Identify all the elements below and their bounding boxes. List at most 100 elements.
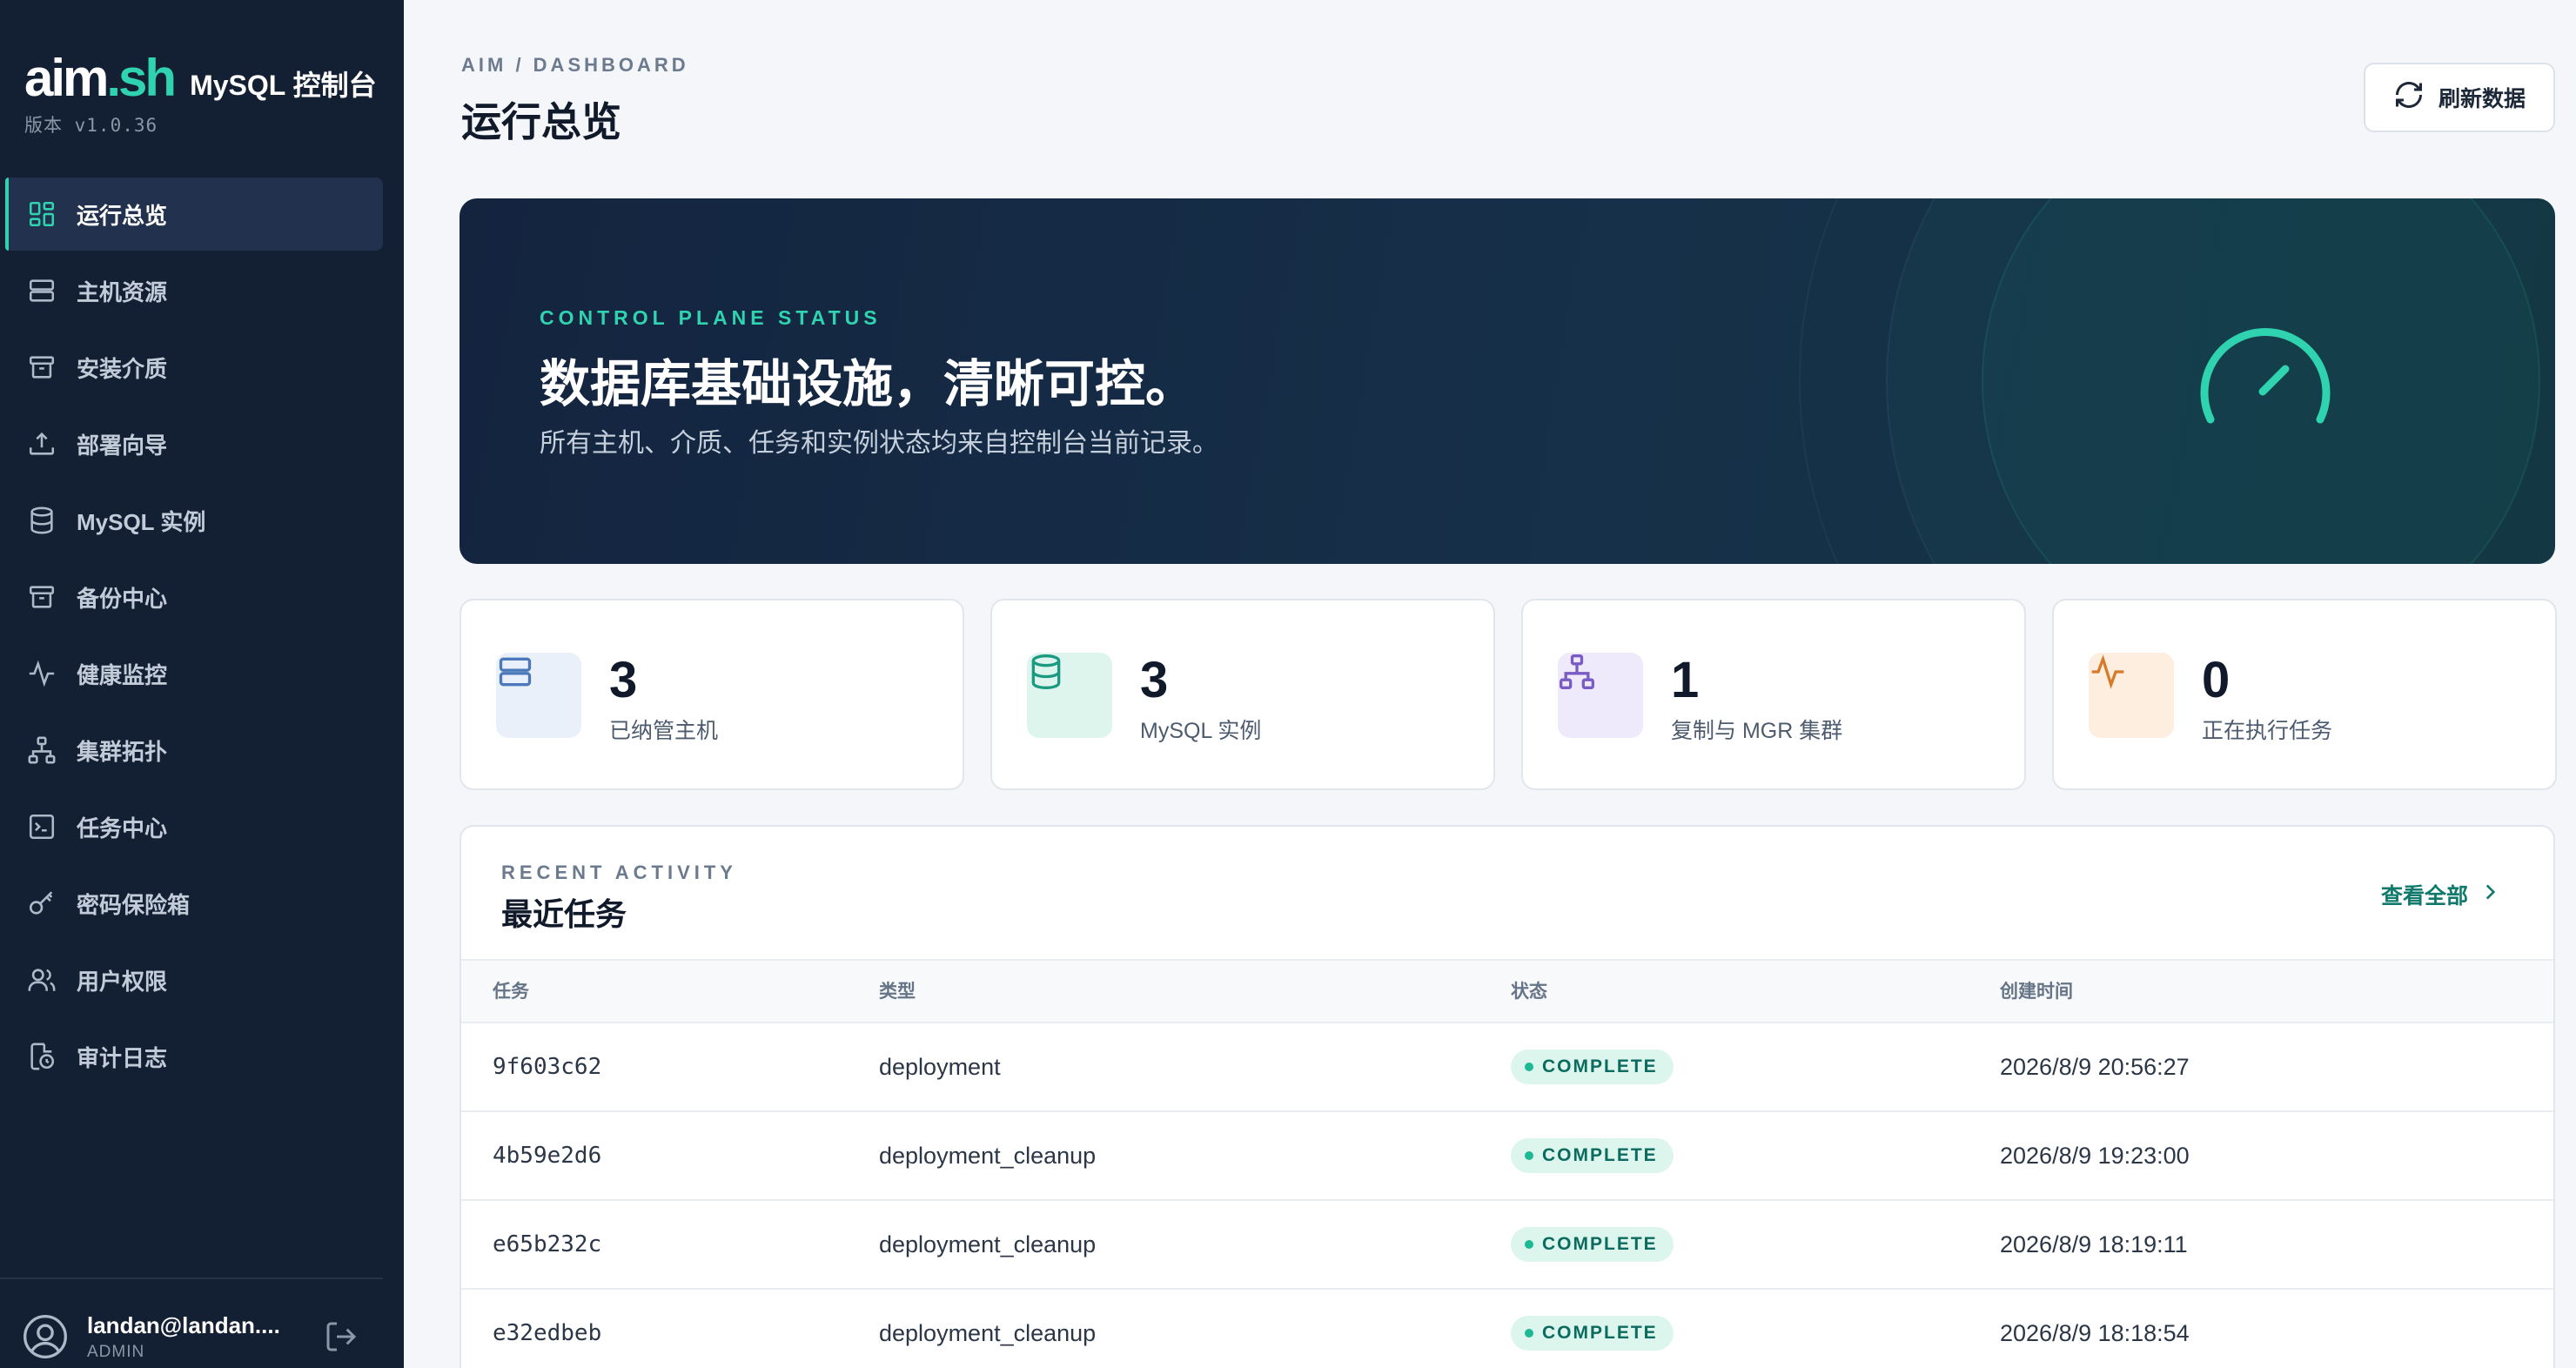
sidebar-item-label: 部署向导 bbox=[77, 432, 168, 459]
sidebar-item-label: 集群拓扑 bbox=[77, 738, 168, 765]
task-id[interactable]: e65b232c bbox=[493, 1201, 601, 1288]
sidebar: aim.sh MySQL 控制台 版本 v1.0.36 运行总览 主机资源 安装… bbox=[0, 0, 404, 1368]
upload-tray-icon bbox=[24, 426, 59, 461]
sidebar-divider bbox=[0, 1277, 383, 1279]
task-created: 2026/8/9 18:19:11 bbox=[2000, 1231, 2188, 1257]
task-type: deployment_cleanup bbox=[879, 1231, 1097, 1257]
chevron-right-icon bbox=[2479, 881, 2501, 909]
sidebar-item-label: 用户权限 bbox=[77, 968, 168, 995]
sidebar-item-dashboard[interactable]: 运行总览 bbox=[5, 178, 383, 251]
sidebar-item-media[interactable]: 安装介质 bbox=[5, 331, 383, 404]
brand-logo: aim.sh bbox=[24, 49, 177, 107]
stats-row: 3 已纳管主机 3 MySQL 实例 1 复制与 MGR 集群 0 正在执行任务 bbox=[460, 599, 2557, 790]
topology-icon bbox=[24, 733, 59, 768]
task-id[interactable]: e32edbeb bbox=[493, 1290, 601, 1368]
sidebar-item-label: 任务中心 bbox=[77, 815, 168, 842]
refresh-button[interactable]: 刷新数据 bbox=[2364, 63, 2555, 132]
column-header-task[interactable]: 任务 bbox=[493, 961, 529, 1023]
server-icon bbox=[24, 273, 59, 308]
stat-value: 0 bbox=[2202, 652, 2231, 708]
user-role: ADMIN bbox=[87, 1342, 145, 1361]
sidebar-item-topology[interactable]: 集群拓扑 bbox=[5, 714, 383, 787]
archive-box-icon bbox=[24, 350, 59, 385]
stat-label: 复制与 MGR 集群 bbox=[1671, 719, 1843, 743]
recent-activity-panel: RECENT ACTIVITY 最近任务 查看全部 任务 类型 状态 创建时间 … bbox=[460, 825, 2555, 1368]
table-row[interactable]: 9f603c62 deployment COMPLETE 2026/8/9 20… bbox=[461, 1023, 2553, 1112]
sidebar-item-mysql-instances[interactable]: MySQL 实例 bbox=[5, 484, 383, 557]
page-title: 运行总览 bbox=[461, 99, 621, 144]
version-label: 版本 v1.0.36 bbox=[24, 115, 158, 136]
sidebar-item-label: 运行总览 bbox=[77, 202, 168, 229]
sidebar-item-label: 安装介质 bbox=[77, 355, 168, 382]
stat-label: 已纳管主机 bbox=[609, 719, 719, 743]
stat-value: 3 bbox=[609, 652, 638, 708]
task-created: 2026/8/9 18:18:54 bbox=[2000, 1320, 2190, 1346]
dashboard-grid-icon bbox=[24, 197, 59, 231]
sidebar-item-users[interactable]: 用户权限 bbox=[5, 943, 383, 1016]
refresh-label: 刷新数据 bbox=[2438, 87, 2526, 111]
topology-icon bbox=[1558, 653, 1643, 738]
stat-card-hosts[interactable]: 3 已纳管主机 bbox=[460, 599, 964, 790]
terminal-icon bbox=[24, 809, 59, 844]
sidebar-item-label: 密码保险箱 bbox=[77, 891, 191, 918]
task-type: deployment bbox=[879, 1054, 1001, 1080]
server-icon bbox=[496, 653, 581, 738]
sidebar-nav: 运行总览 主机资源 安装介质 部署向导 MySQL 实例 备份中心 健康监控 集… bbox=[0, 178, 404, 1096]
table-row[interactable]: e32edbeb deployment_cleanup COMPLETE 202… bbox=[461, 1290, 2553, 1368]
sidebar-item-health[interactable]: 健康监控 bbox=[5, 637, 383, 710]
archive-box-icon bbox=[24, 580, 59, 614]
stat-label: 正在执行任务 bbox=[2202, 719, 2333, 743]
sidebar-item-backup[interactable]: 备份中心 bbox=[5, 560, 383, 634]
task-id[interactable]: 9f603c62 bbox=[493, 1023, 601, 1110]
status-badge: COMPLETE bbox=[1511, 1316, 1674, 1351]
sidebar-item-label: 主机资源 bbox=[77, 278, 168, 305]
hero-subtitle: 所有主机、介质、任务和实例状态均来自控制台当前记录。 bbox=[540, 429, 1218, 458]
table-row[interactable]: e65b232c deployment_cleanup COMPLETE 202… bbox=[461, 1201, 2553, 1290]
stat-card-clusters[interactable]: 1 复制与 MGR 集群 bbox=[1521, 599, 2026, 790]
stat-card-instances[interactable]: 3 MySQL 实例 bbox=[990, 599, 1495, 790]
sidebar-item-label: 备份中心 bbox=[77, 585, 168, 612]
activity-eyebrow: RECENT ACTIVITY bbox=[501, 862, 737, 883]
task-created: 2026/8/9 20:56:27 bbox=[2000, 1054, 2190, 1080]
user-name: landan@landan.... bbox=[87, 1311, 280, 1338]
users-icon bbox=[24, 962, 59, 997]
task-created: 2026/8/9 19:23:00 bbox=[2000, 1143, 2190, 1169]
table-row[interactable]: 4b59e2d6 deployment_cleanup COMPLETE 202… bbox=[461, 1112, 2553, 1201]
column-header-type[interactable]: 类型 bbox=[879, 961, 916, 1023]
stat-card-running-tasks[interactable]: 0 正在执行任务 bbox=[2052, 599, 2557, 790]
user-profile[interactable]: landan@landan.... ADMIN bbox=[21, 1305, 383, 1368]
database-icon bbox=[24, 503, 59, 538]
activity-title: 最近任务 bbox=[501, 896, 627, 932]
breadcrumb: AIM / DASHBOARD bbox=[461, 54, 689, 76]
task-type: deployment_cleanup bbox=[879, 1320, 1097, 1346]
stat-value: 1 bbox=[1671, 652, 1700, 708]
pulse-icon bbox=[24, 656, 59, 691]
audit-clock-icon bbox=[24, 1039, 59, 1074]
sidebar-item-tasks[interactable]: 任务中心 bbox=[5, 790, 383, 863]
column-header-created[interactable]: 创建时间 bbox=[2000, 961, 2073, 1023]
brand[interactable]: aim.sh MySQL 控制台 bbox=[24, 52, 377, 104]
table-header: 任务 类型 状态 创建时间 bbox=[461, 959, 2553, 1023]
sidebar-item-label: 审计日志 bbox=[77, 1044, 168, 1071]
task-id[interactable]: 4b59e2d6 bbox=[493, 1112, 601, 1199]
sidebar-item-hosts[interactable]: 主机资源 bbox=[5, 254, 383, 327]
task-type: deployment_cleanup bbox=[879, 1143, 1097, 1169]
stat-label: MySQL 实例 bbox=[1140, 719, 1262, 743]
sidebar-item-vault[interactable]: 密码保险箱 bbox=[5, 867, 383, 940]
brand-title: MySQL 控制台 bbox=[190, 70, 377, 101]
status-badge: COMPLETE bbox=[1511, 1138, 1674, 1173]
sidebar-item-deploy-wizard[interactable]: 部署向导 bbox=[5, 407, 383, 480]
database-icon bbox=[1027, 653, 1112, 738]
logout-icon[interactable] bbox=[324, 1319, 359, 1354]
view-all-link[interactable]: 查看全部 bbox=[2381, 879, 2501, 910]
view-all-label: 查看全部 bbox=[2380, 884, 2468, 909]
column-header-status[interactable]: 状态 bbox=[1511, 961, 1547, 1023]
pulse-icon bbox=[2089, 653, 2174, 738]
key-icon bbox=[24, 886, 59, 921]
status-hero: CONTROL PLANE STATUS 数据库基础设施，清晰可控。 所有主机、… bbox=[460, 198, 2555, 564]
avatar-icon bbox=[21, 1312, 70, 1361]
sidebar-item-label: MySQL 实例 bbox=[77, 508, 206, 535]
sidebar-item-audit[interactable]: 审计日志 bbox=[5, 1020, 383, 1093]
refresh-icon bbox=[2393, 79, 2425, 117]
sidebar-item-label: 健康监控 bbox=[77, 661, 168, 688]
